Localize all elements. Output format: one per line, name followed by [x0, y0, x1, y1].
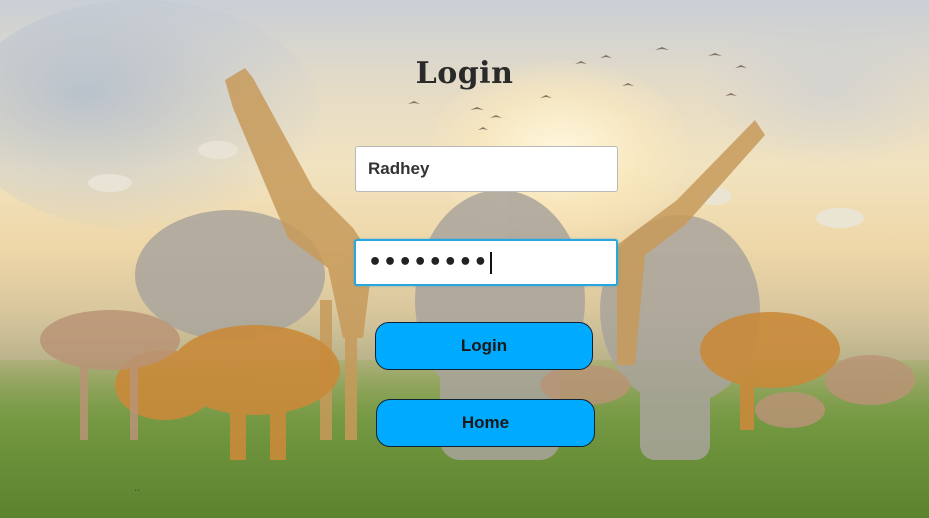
- page-title: Login: [415, 56, 514, 91]
- password-masked-value: ••••••••: [368, 250, 489, 275]
- username-input[interactable]: [355, 146, 618, 192]
- home-button[interactable]: Home: [376, 399, 595, 447]
- login-page: Login •••••••• Login Home ··: [0, 0, 929, 518]
- text-caret: [489, 251, 492, 274]
- decorative-dots: ··: [134, 486, 141, 497]
- login-button[interactable]: Login: [375, 322, 593, 370]
- password-input[interactable]: ••••••••: [354, 239, 618, 286]
